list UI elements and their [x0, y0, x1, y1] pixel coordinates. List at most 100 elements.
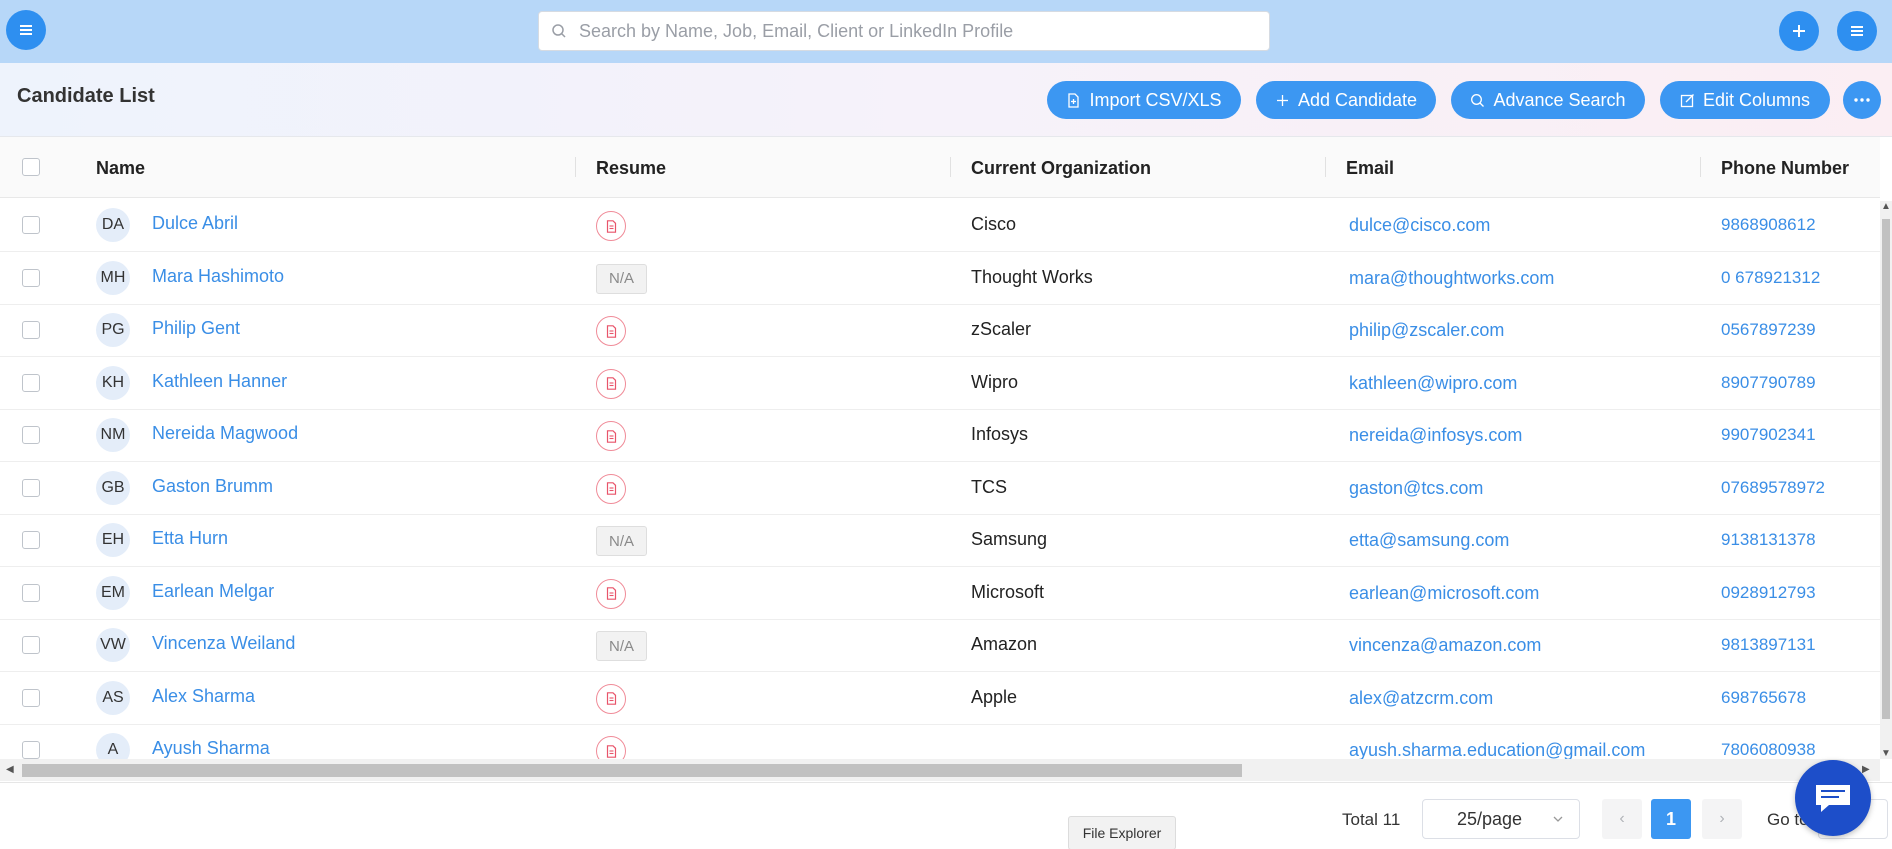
row-checkbox[interactable] [22, 321, 40, 339]
row-checkbox[interactable] [22, 531, 40, 549]
resume-file-button[interactable] [596, 683, 626, 714]
resume-file-button[interactable] [596, 578, 626, 609]
email-link[interactable]: nereida@infosys.com [1349, 425, 1522, 446]
resume-file-button[interactable] [596, 211, 626, 241]
page-number-current[interactable]: 1 [1651, 799, 1691, 839]
phone-link[interactable]: 9907902341 [1721, 425, 1816, 445]
phone-link[interactable]: 0928912793 [1721, 583, 1816, 603]
file-explorer-tab[interactable]: File Explorer [1068, 816, 1176, 849]
horizontal-scrollbar[interactable]: ◀ ▶ [0, 759, 1880, 781]
column-divider[interactable] [1325, 157, 1326, 177]
candidate-name-link[interactable]: Vincenza Weiland [152, 633, 295, 654]
table-row[interactable]: EH Etta Hurn N/A Samsung etta@samsung.com 913… [0, 514, 1880, 567]
candidate-name-link[interactable]: Dulce Abril [152, 213, 238, 234]
table-row[interactable]: DA Dulce Abril Cisco dulce@cisco.com 9868908… [0, 199, 1880, 252]
table-row[interactable]: GB Gaston Brumm TCS gaston@tcs.com 076895789… [0, 462, 1880, 515]
more-options-button[interactable] [1843, 81, 1881, 119]
edit-columns-button[interactable]: Edit Columns [1660, 81, 1830, 119]
column-divider[interactable] [1700, 157, 1701, 177]
row-checkbox[interactable] [22, 478, 40, 497]
row-checkbox[interactable] [22, 583, 40, 602]
candidate-name-link[interactable]: Kathleen Hanner [152, 371, 287, 392]
column-divider[interactable] [575, 157, 576, 177]
phone-link[interactable]: 0 678921312 [1721, 268, 1820, 288]
email-link[interactable]: earlean@microsoft.com [1349, 583, 1539, 604]
prev-page-button[interactable]: ‹ [1602, 799, 1642, 839]
candidate-name-link[interactable]: Philip Gent [152, 318, 240, 339]
vertical-scroll-thumb[interactable] [1882, 219, 1890, 719]
phone-link[interactable]: 8907790789 [1721, 373, 1816, 393]
column-header-organization[interactable]: Current Organization [971, 158, 1151, 179]
candidate-name-link[interactable]: Alex Sharma [152, 686, 255, 707]
menu-toggle-button[interactable] [6, 10, 46, 50]
email-link[interactable]: dulce@cisco.com [1349, 215, 1490, 236]
candidate-name-link[interactable]: Earlean Melgar [152, 581, 274, 602]
select-all-checkbox[interactable] [22, 158, 40, 176]
column-divider[interactable] [950, 157, 951, 177]
candidate-name-link[interactable]: Nereida Magwood [152, 423, 298, 444]
phone-link[interactable]: 7806080938 [1721, 740, 1816, 760]
email-link[interactable]: vincenza@amazon.com [1349, 635, 1541, 656]
candidate-name-link[interactable]: Mara Hashimoto [152, 266, 284, 287]
row-checkbox[interactable] [22, 426, 40, 444]
add-button[interactable] [1779, 11, 1819, 51]
horizontal-scroll-thumb[interactable] [22, 764, 1242, 777]
phone-link[interactable]: 07689578972 [1721, 478, 1825, 498]
scroll-down-icon[interactable]: ▼ [1881, 748, 1891, 759]
email-link[interactable]: alex@atzcrm.com [1349, 688, 1493, 709]
row-checkbox[interactable] [22, 741, 40, 759]
table-row[interactable]: EM Earlean Melgar Microsoft earlean@microso… [0, 567, 1880, 620]
phone-link[interactable]: 0567897239 [1721, 320, 1816, 340]
email-link[interactable]: etta@samsung.com [1349, 530, 1509, 551]
column-header-phone[interactable]: Phone Number [1721, 158, 1849, 179]
advance-search-button[interactable]: Advance Search [1451, 81, 1645, 119]
email-link[interactable]: philip@zscaler.com [1349, 320, 1504, 341]
resume-file-button[interactable] [596, 316, 626, 346]
phone-link[interactable]: 9813897131 [1721, 635, 1816, 655]
candidate-name-link[interactable]: Etta Hurn [152, 528, 228, 549]
avatar: VW [96, 628, 130, 662]
search-box[interactable] [538, 11, 1270, 51]
next-page-button[interactable]: › [1702, 799, 1742, 839]
table-row[interactable]: PG Philip Gent zScaler philip@zscaler.com 05… [0, 304, 1880, 357]
search-icon [552, 24, 566, 38]
page-size-select[interactable]: 25/page [1422, 799, 1580, 839]
email-link[interactable]: gaston@tcs.com [1349, 478, 1483, 499]
column-header-name[interactable]: Name [96, 158, 145, 179]
table-row[interactable]: AS Alex Sharma Apple alex@atzcrm.com 6987656… [0, 672, 1880, 725]
table-row[interactable]: KH Kathleen Hanner Wipro kathleen@wipro.com… [0, 357, 1880, 410]
column-header-resume[interactable]: Resume [596, 158, 666, 179]
table-row[interactable]: MH Mara Hashimoto N/A Thought Works mara@tho… [0, 252, 1880, 305]
phone-link[interactable]: 698765678 [1721, 688, 1806, 708]
email-link[interactable]: ayush.sharma.education@gmail.com [1349, 740, 1645, 761]
table-row[interactable]: NM Nereida Magwood Infosys nereida@infosys.… [0, 409, 1880, 462]
email-link[interactable]: kathleen@wipro.com [1349, 373, 1517, 394]
chevron-down-icon [1553, 816, 1563, 822]
row-checkbox[interactable] [22, 688, 40, 707]
search-icon [1471, 93, 1485, 107]
candidate-name-link[interactable]: Ayush Sharma [152, 738, 270, 759]
table-row[interactable]: VW Vincenza Weiland N/A Amazon vincenza@amaz… [0, 619, 1880, 672]
phone-link[interactable]: 9868908612 [1721, 215, 1816, 235]
scroll-up-icon[interactable]: ▲ [1881, 201, 1891, 212]
candidate-name-link[interactable]: Gaston Brumm [152, 476, 273, 497]
resume-file-button[interactable] [596, 368, 626, 399]
scroll-right-icon[interactable]: ▶ [1862, 764, 1870, 775]
email-link[interactable]: mara@thoughtworks.com [1349, 268, 1554, 289]
vertical-scrollbar[interactable]: ▲ ▼ [1880, 201, 1892, 759]
app-menu-button[interactable] [1837, 11, 1877, 51]
resume-file-button[interactable] [596, 421, 626, 451]
add-candidate-button[interactable]: Add Candidate [1256, 81, 1436, 119]
phone-link[interactable]: 9138131378 [1721, 530, 1816, 550]
row-checkbox[interactable] [22, 373, 40, 392]
resume-file-button[interactable] [596, 473, 626, 504]
chat-widget-button[interactable] [1795, 760, 1871, 836]
row-checkbox[interactable] [22, 636, 40, 654]
search-input[interactable] [579, 20, 1269, 42]
column-header-email[interactable]: Email [1346, 158, 1394, 179]
more-icon [1854, 98, 1870, 102]
row-checkbox[interactable] [22, 268, 40, 287]
import-csv-button[interactable]: Import CSV/XLS [1047, 81, 1241, 119]
row-checkbox[interactable] [22, 216, 40, 234]
scroll-left-icon[interactable]: ◀ [6, 764, 14, 775]
